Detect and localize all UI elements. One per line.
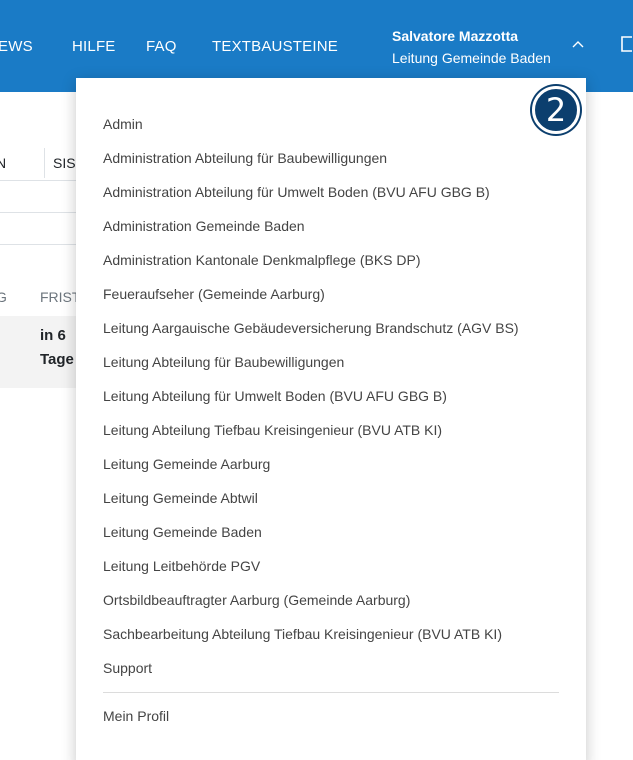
menu-item-role[interactable]: Leitung Gemeinde Abtwil xyxy=(103,490,258,506)
menu-item-role[interactable]: Leitung Abteilung Tiefbau Kreisingenieur… xyxy=(103,422,442,438)
nav-link-faq[interactable]: FAQ xyxy=(146,38,177,55)
table-row[interactable]: in 6 Tage xyxy=(0,316,80,388)
user-name: Salvatore Mazzotta xyxy=(392,28,519,44)
deadline-days: in 6 xyxy=(40,327,66,344)
nav-link-textbausteine[interactable]: TEXTBAUSTEINE xyxy=(212,38,338,55)
menu-item-role[interactable]: Leitung Gemeinde Baden xyxy=(103,524,262,540)
tab-separator xyxy=(44,148,45,178)
divider xyxy=(0,244,80,245)
deadline-unit: Tage xyxy=(40,351,74,368)
nav-link-hilfe[interactable]: HILFE xyxy=(72,38,116,55)
menu-item-role[interactable]: Admin xyxy=(103,116,143,132)
menu-item-role[interactable]: Feueraufseher (Gemeinde Aarburg) xyxy=(103,286,325,302)
chevron-up-icon[interactable] xyxy=(572,40,584,48)
menu-item-role[interactable]: Leitung Aargauische Gebäudeversicherung … xyxy=(103,320,519,336)
menu-item-role[interactable]: Ortsbildbeauftragter Aarburg (Gemeinde A… xyxy=(103,592,410,608)
menu-item-support[interactable]: Support xyxy=(103,660,152,676)
menu-item-role[interactable]: Administration Abteilung für Umwelt Bode… xyxy=(103,184,490,200)
menu-item-profile[interactable]: Mein Profil xyxy=(103,708,169,724)
tab-sis[interactable]: SIS xyxy=(53,155,76,171)
menu-item-role[interactable]: Leitung Abteilung für Umwelt Boden (BVU … xyxy=(103,388,447,404)
divider xyxy=(0,180,80,181)
user-menu-toggle[interactable]: Salvatore Mazzotta Leitung Gemeinde Bade… xyxy=(392,28,551,66)
column-header-frist[interactable]: FRIST xyxy=(40,289,80,305)
menu-item-role[interactable]: Administration Gemeinde Baden xyxy=(103,218,305,234)
step-number-badge: 2 xyxy=(532,86,580,134)
menu-item-role[interactable]: Administration Kantonale Denkmalpflege (… xyxy=(103,252,421,268)
column-header-g[interactable]: G xyxy=(0,289,7,305)
logout-icon[interactable] xyxy=(620,36,633,52)
divider xyxy=(0,212,80,213)
user-dropdown-menu: Admin Administration Abteilung für Baube… xyxy=(76,78,586,760)
menu-item-role[interactable]: Leitung Gemeinde Aarburg xyxy=(103,456,270,472)
user-role: Leitung Gemeinde Baden xyxy=(392,50,551,66)
menu-divider xyxy=(103,692,559,693)
menu-item-role[interactable]: Administration Abteilung für Baubewillig… xyxy=(103,150,387,166)
menu-item-role[interactable]: Sachbearbeitung Abteilung Tiefbau Kreisi… xyxy=(103,626,502,642)
nav-link-news[interactable]: EWS xyxy=(0,38,33,55)
menu-item-role[interactable]: Leitung Abteilung für Baubewilligungen xyxy=(103,354,344,370)
menu-item-role[interactable]: Leitung Leitbehörde PGV xyxy=(103,558,260,574)
tab-n[interactable]: N xyxy=(0,155,6,171)
